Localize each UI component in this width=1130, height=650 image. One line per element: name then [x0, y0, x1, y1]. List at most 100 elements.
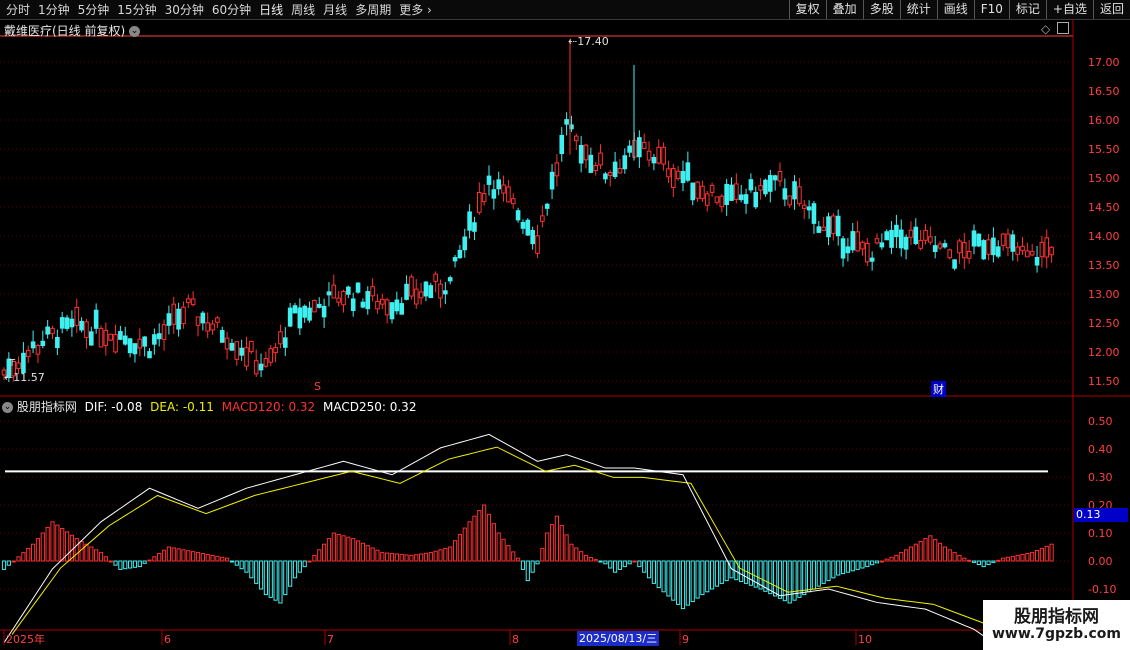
price-tick-8: 15.50	[1088, 143, 1120, 156]
stock-chart[interactable]: 11.50 12.00 12.50 13.00 13.50 14.00 14.50 15.00…	[0, 0, 1130, 650]
candle-body-205	[995, 246, 1001, 257]
price-tick-9: 16.00	[1088, 114, 1120, 127]
marker-t[interactable]: T	[9, 358, 15, 369]
histogram-bar-120	[583, 554, 589, 562]
histogram-bar-42	[205, 553, 210, 562]
indicator-name: 股朋指标网	[16, 400, 77, 414]
histogram-bar-40	[195, 552, 201, 562]
candle-body-131	[637, 137, 642, 158]
histogram-bar-164	[797, 560, 802, 598]
histogram-bar-104	[506, 545, 511, 562]
candle-body-215	[1044, 237, 1050, 258]
histogram-bar-38	[186, 550, 191, 562]
current-value-box: 0.13	[1074, 508, 1128, 522]
histogram-bar-114	[554, 515, 559, 562]
candle-body-214	[1039, 241, 1045, 258]
histogram-bar-206	[1001, 557, 1006, 562]
histogram-bar-92	[448, 546, 453, 562]
candle-body-61	[297, 307, 303, 329]
candle-body-182	[884, 231, 890, 241]
histogram-bar-106	[516, 557, 521, 562]
chart-title-text: 戴维医疗(日线 前复权)	[4, 24, 126, 38]
histogram-bar-97	[472, 515, 477, 562]
maximize-icon[interactable]	[1057, 22, 1069, 34]
candle-body-171	[831, 215, 836, 235]
histogram-bar-59	[288, 560, 293, 587]
histogram-bar-130	[632, 560, 637, 563]
histogram-bar-117	[569, 543, 574, 562]
candle-body-84	[409, 276, 414, 297]
candle-body-7	[35, 344, 41, 355]
candle-body-109	[530, 229, 535, 245]
candle-body-148	[719, 195, 725, 208]
histogram-bar-50	[244, 560, 249, 573]
price-tick-3: 13.00	[1088, 288, 1120, 301]
histogram-bar-172	[836, 560, 841, 576]
candle-body-196	[952, 259, 957, 269]
candle-body-8	[40, 340, 46, 347]
histogram-bar-174	[845, 560, 850, 573]
candle-body-98	[477, 192, 482, 213]
marker-s[interactable]: S	[314, 380, 321, 393]
candle-body-172	[835, 215, 841, 237]
dif-line	[3, 433, 1053, 650]
candle-body-27	[132, 343, 138, 355]
settings-diamond-icon[interactable]: ◇	[1041, 22, 1050, 36]
candle-body-166	[806, 206, 812, 211]
candle-body-199	[966, 250, 972, 259]
indicator-tick-4: 0.30	[1088, 471, 1113, 484]
histogram-bar-181	[879, 560, 884, 563]
histogram-bar-22	[108, 560, 113, 563]
histogram-bar-29	[142, 560, 147, 564]
candle-body-60	[292, 305, 298, 314]
candle-body-169	[821, 226, 826, 231]
histogram-bar-19	[94, 549, 99, 562]
histogram-bar-101	[491, 523, 496, 562]
candle-body-118	[574, 135, 579, 142]
chevron-down-icon[interactable]: ⌄	[2, 402, 13, 413]
histogram-bar-52	[254, 560, 259, 584]
price-tick-0: 11.50	[1088, 375, 1120, 388]
histogram-bar-53	[258, 560, 264, 590]
histogram-bar-102	[496, 532, 501, 562]
candle-body-20	[98, 327, 104, 348]
candle-body-150	[729, 184, 734, 201]
histogram-bar-60	[292, 560, 298, 579]
dea-line	[11, 446, 1060, 642]
candle-body-43	[210, 323, 215, 331]
price-tick-1: 12.00	[1088, 346, 1120, 359]
histogram-bar-34	[166, 546, 172, 562]
candle-body-28	[137, 338, 143, 349]
histogram-bar-6	[31, 543, 36, 562]
histogram-bar-25	[123, 560, 128, 570]
candle-body-190	[923, 229, 928, 241]
candle-body-210	[1020, 245, 1025, 252]
histogram-bar-149	[724, 560, 729, 582]
histogram-bar-195	[947, 549, 952, 562]
histogram-bar-58	[283, 560, 288, 596]
candle-body-132	[641, 141, 647, 149]
histogram-bar-128	[622, 560, 627, 568]
candle-body-37	[181, 306, 186, 325]
candle-body-156	[758, 185, 763, 191]
chevron-down-icon[interactable]: ⌄	[129, 26, 141, 37]
candle-body-203	[986, 239, 991, 255]
histogram-bar-188	[913, 543, 918, 562]
histogram-bar-54	[263, 560, 268, 596]
histogram-bar-191	[928, 535, 933, 562]
histogram-bar-178	[865, 560, 870, 568]
marker-cai[interactable]: 财	[931, 381, 946, 397]
candle-body-122	[593, 165, 599, 172]
histogram-bar-138	[671, 560, 676, 601]
histogram-bar-152	[739, 560, 744, 583]
candle-body-184	[894, 224, 899, 238]
histogram-bar-166	[807, 560, 812, 593]
histogram-bar-48	[234, 560, 239, 566]
candle-body-177	[860, 241, 865, 250]
histogram-bar-171	[831, 560, 836, 579]
histogram-bar-73	[355, 540, 361, 562]
histogram-bar-27	[132, 560, 138, 568]
candle-body-213	[1034, 256, 1040, 266]
price-tick-4: 13.50	[1088, 259, 1120, 272]
candle-body-78	[380, 298, 385, 305]
